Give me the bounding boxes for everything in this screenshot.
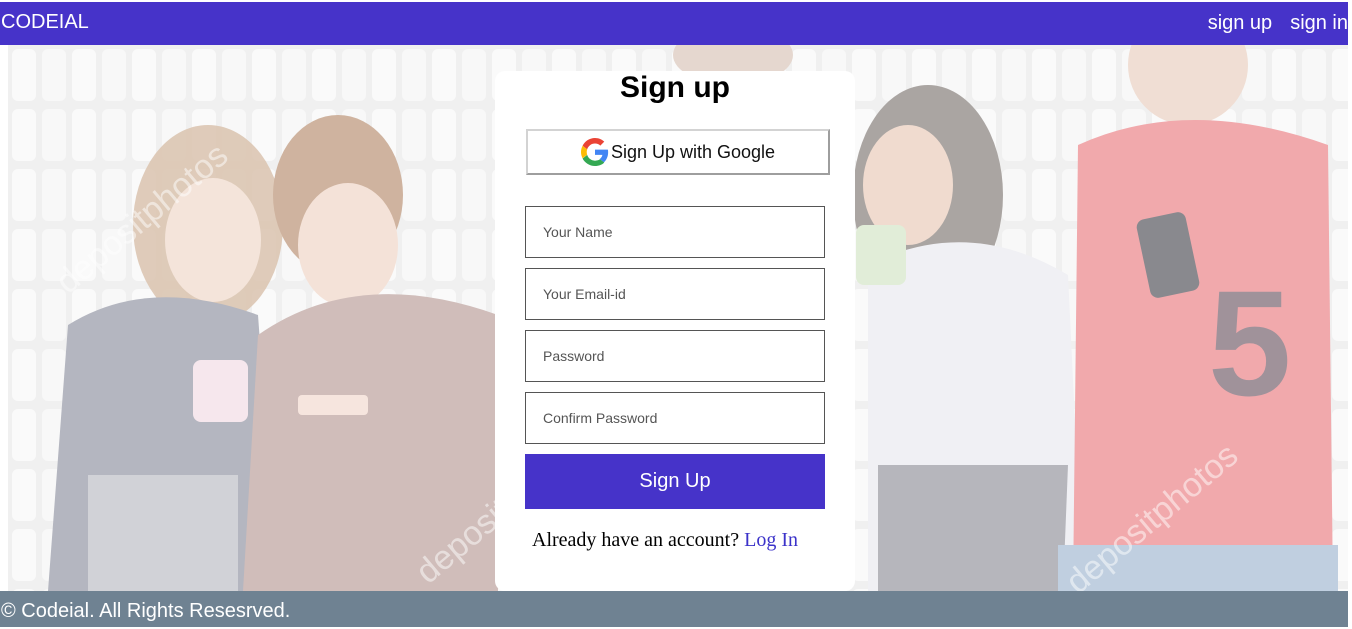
nav-links: sign up sign in	[1208, 12, 1348, 35]
login-link[interactable]: Log In	[744, 529, 798, 551]
google-g-icon	[580, 138, 609, 166]
login-prompt-text: Already have an account?	[532, 529, 740, 551]
footer-copyright: © Codeial. All Rights Resesrved.	[1, 600, 291, 622]
page-footer: © Codeial. All Rights Resesrved.	[0, 591, 1348, 627]
login-prompt: Already have an account? Log In	[532, 529, 798, 552]
email-input[interactable]	[525, 268, 825, 320]
nav-sign-up-link[interactable]: sign up	[1208, 12, 1273, 35]
google-signup-label: Sign Up with Google	[610, 141, 776, 162]
signup-card: Sign up Sign Up with Google Sign Up Alre…	[495, 71, 855, 591]
nav-sign-in-link[interactable]: sign in	[1290, 12, 1348, 35]
signup-title: Sign up	[620, 71, 730, 104]
name-input[interactable]	[525, 206, 825, 258]
confirm-password-input[interactable]	[525, 392, 825, 444]
sign-up-button[interactable]: Sign Up	[525, 454, 825, 509]
top-navbar: CODEIAL sign up sign in	[0, 2, 1348, 45]
password-input[interactable]	[525, 330, 825, 382]
brand-logo-text[interactable]: CODEIAL	[1, 11, 89, 34]
google-signup-button[interactable]: Sign Up with Google	[526, 129, 830, 175]
